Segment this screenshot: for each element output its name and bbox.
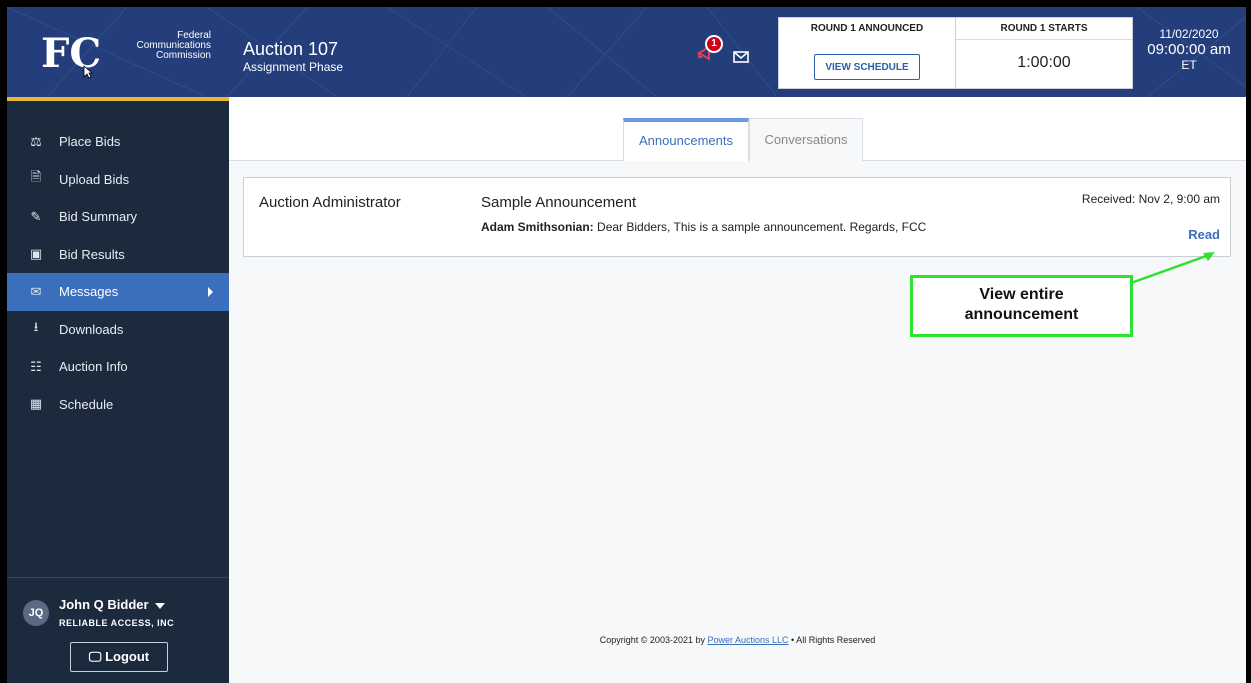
user-panel: JQ John Q Bidder RELIABLE ACCESS, INC 🖵 … bbox=[7, 577, 229, 683]
sidebar: ⚖ Place Bids 🗎 Upload Bids ✎ Bid Summary… bbox=[7, 97, 229, 683]
user-name: John Q Bidder bbox=[59, 597, 149, 612]
datetime-display: 11/02/2020 09:00:00 am ET bbox=[1144, 27, 1234, 72]
sidebar-item-label: Auction Info bbox=[59, 359, 128, 375]
time: 09:00:00 am bbox=[1147, 41, 1231, 58]
round-announced-label: ROUND 1 ANNOUNCED bbox=[810, 23, 924, 34]
date: 11/02/2020 bbox=[1159, 27, 1219, 41]
sidebar-item-label: Downloads bbox=[59, 321, 124, 337]
download-icon: ⭳ bbox=[33, 319, 39, 335]
mouse-cursor-icon bbox=[83, 65, 93, 79]
tab-announcements[interactable]: Announcements bbox=[623, 118, 749, 161]
announcement-from: Auction Administrator bbox=[259, 194, 401, 211]
tab-bar: Announcements Conversations bbox=[229, 97, 1246, 161]
sidebar-item-label: Upload Bids bbox=[59, 171, 130, 187]
clipboard-icon: ☷ bbox=[30, 358, 42, 374]
logout-icon: 🖵 bbox=[88, 649, 102, 664]
sidebar-item-label: Bid Summary bbox=[59, 209, 138, 225]
user-org: RELIABLE ACCESS, INC bbox=[59, 618, 175, 628]
sidebar-item-schedule[interactable]: ▦ Schedule bbox=[7, 386, 229, 424]
announcement-body: Adam Smithsonian: Dear Bidders, This is … bbox=[481, 220, 926, 234]
edit-doc-icon: ✎ bbox=[30, 208, 42, 224]
org-line3: Commission bbox=[155, 50, 211, 61]
announcement-text: Dear Bidders, This is a sample announcem… bbox=[593, 220, 927, 234]
announcement-received: Received: Nov 2, 9:00 am bbox=[1081, 192, 1220, 206]
announcement-sender: Adam Smithsonian: bbox=[481, 220, 594, 234]
app-title: Auction 107 bbox=[243, 39, 339, 59]
tab-conversations[interactable]: Conversations bbox=[749, 118, 863, 161]
callout-line2: announcement bbox=[964, 306, 1079, 323]
footer-prefix: Copyright © 2003-2021 by bbox=[599, 635, 708, 645]
footer: Copyright © 2003-2021 by Power Auctions … bbox=[229, 635, 1246, 645]
app-window: FCC Federal Communications Commission Au… bbox=[7, 7, 1246, 683]
sidebar-item-bid-summary[interactable]: ✎ Bid Summary bbox=[7, 198, 229, 236]
avatar[interactable]: JQ bbox=[23, 600, 49, 626]
round-starts-label: ROUND 1 STARTS bbox=[956, 18, 1132, 40]
callout-arrow-icon bbox=[1130, 252, 1215, 285]
app-subtitle: Assignment Phase bbox=[243, 60, 344, 74]
sidebar-item-downloads[interactable]: ⭳ Downloads bbox=[7, 311, 229, 349]
round-starts-panel: ROUND 1 STARTS 1:00:00 bbox=[955, 17, 1133, 89]
results-board-icon: ▣ bbox=[29, 246, 43, 262]
sidebar-item-messages[interactable]: ✉ Messages bbox=[7, 273, 229, 311]
mail-icon[interactable] bbox=[733, 51, 749, 63]
sidebar-item-place-bids[interactable]: ⚖ Place Bids bbox=[7, 123, 229, 161]
sidebar-accent-bar bbox=[7, 97, 229, 101]
gavel-icon: ⚖ bbox=[30, 133, 42, 149]
timezone: ET bbox=[1181, 58, 1197, 72]
callout-annotation: View entire announcement bbox=[910, 275, 1133, 337]
sidebar-item-bid-results[interactable]: ▣ Bid Results bbox=[7, 236, 229, 274]
footer-link[interactable]: Power Auctions LLC bbox=[707, 635, 788, 645]
upload-file-icon: 🗎 bbox=[30, 169, 42, 185]
footer-suffix: • All Rights Reserved bbox=[788, 635, 876, 645]
countdown-timer: 1:00:00 bbox=[1017, 54, 1071, 71]
user-menu[interactable]: John Q Bidder bbox=[59, 597, 165, 612]
header: FCC Federal Communications Commission Au… bbox=[7, 7, 1246, 97]
notification-badge: 1 bbox=[705, 35, 723, 53]
view-schedule-button[interactable]: VIEW SCHEDULE bbox=[814, 54, 920, 80]
read-link[interactable]: Read bbox=[1188, 227, 1220, 242]
announcement-title: Sample Announcement bbox=[481, 194, 637, 211]
sidebar-item-label: Messages bbox=[59, 284, 119, 300]
caret-down-icon bbox=[154, 602, 165, 609]
callout-line1: View entire bbox=[979, 286, 1064, 303]
sidebar-item-auction-info[interactable]: ☷ Auction Info bbox=[7, 348, 229, 386]
announcement-card[interactable]: Auction Administrator Sample Announcemen… bbox=[243, 177, 1231, 257]
sidebar-item-label: Schedule bbox=[59, 396, 114, 412]
logout-label: Logout bbox=[105, 649, 150, 664]
calendar-icon: ▦ bbox=[29, 396, 43, 412]
org-name: Federal Communications Commission bbox=[117, 31, 211, 61]
logout-button[interactable]: 🖵 Logout bbox=[70, 642, 168, 672]
main-content: Announcements Conversations Auction Admi… bbox=[229, 97, 1246, 683]
round-announced-panel: ROUND 1 ANNOUNCED VIEW SCHEDULE bbox=[778, 17, 956, 89]
envelope-icon: ✉ bbox=[30, 283, 42, 299]
sidebar-item-label: Bid Results bbox=[59, 246, 125, 262]
sidebar-nav: ⚖ Place Bids 🗎 Upload Bids ✎ Bid Summary… bbox=[7, 123, 229, 423]
sidebar-item-label: Place Bids bbox=[59, 134, 121, 150]
sidebar-item-upload-bids[interactable]: 🗎 Upload Bids bbox=[7, 161, 229, 199]
caret-right-icon bbox=[208, 287, 213, 297]
